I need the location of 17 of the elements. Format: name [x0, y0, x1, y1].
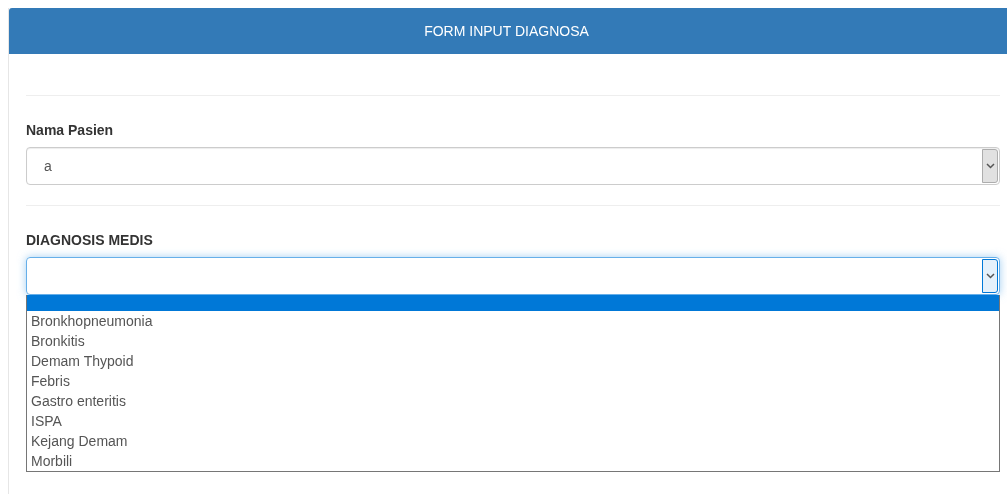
dropdown-option[interactable]: ISPA: [27, 411, 999, 431]
dropdown-option[interactable]: Kejang Demam: [27, 431, 999, 451]
dropdown-button[interactable]: [982, 259, 998, 293]
select-field[interactable]: a: [26, 147, 1000, 185]
panel-title: FORM INPUT DIAGNOSA: [424, 23, 589, 39]
dropdown-option[interactable]: Bronkitis: [27, 331, 999, 351]
chevron-down-icon: [985, 273, 995, 279]
dropdown-option[interactable]: Bronkhopneumonia: [27, 311, 999, 331]
dropdown-button[interactable]: [982, 149, 998, 183]
chevron-down-icon: [985, 163, 995, 169]
field-label: DIAGNOSIS MEDIS: [26, 232, 154, 248]
dropdown-option[interactable]: Demam Thypoid: [27, 351, 999, 371]
field-label: Nama Pasien: [26, 122, 115, 138]
dropdown-option[interactable]: Febris: [27, 371, 999, 391]
dropdown-option[interactable]: Morbili: [27, 451, 999, 471]
select-field[interactable]: [26, 257, 1000, 295]
dropdown-option[interactable]: Gastro enteritis: [27, 391, 999, 411]
